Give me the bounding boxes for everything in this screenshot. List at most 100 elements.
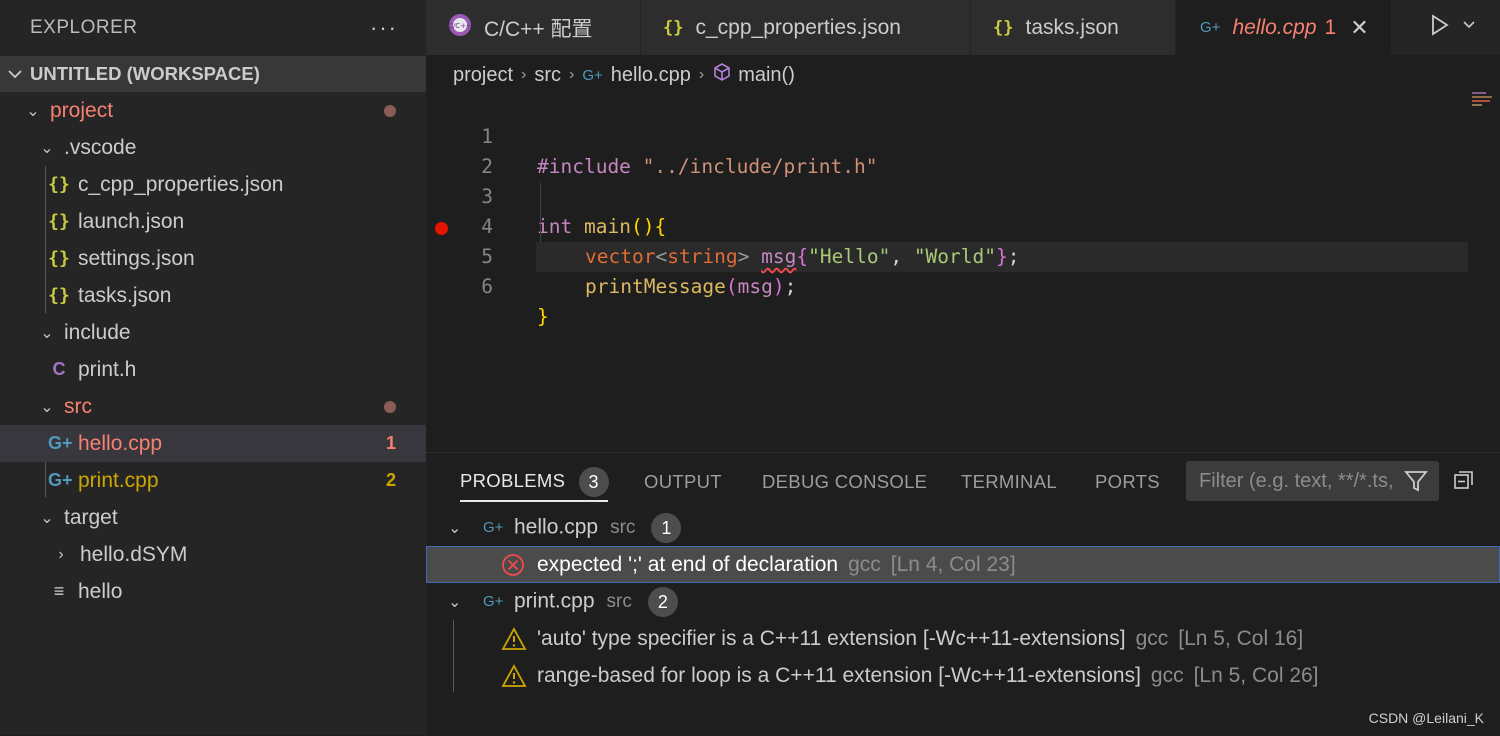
problem-count-badge: 2 — [647, 586, 678, 617]
chevron-down-icon[interactable] — [1462, 17, 1476, 33]
warning-icon — [501, 664, 527, 694]
tree-item-label: include — [64, 320, 131, 344]
method-icon — [712, 62, 732, 88]
code-token: msg — [737, 275, 773, 298]
problem-message: expected ';' at end of declaration — [537, 552, 839, 576]
tree-item-label: .vscode — [64, 135, 137, 159]
cpp-icon: G+ — [483, 593, 504, 610]
tab-ports[interactable]: PORTS — [1095, 471, 1160, 493]
problem-group-print-cpp[interactable]: ⌄ G+ print.cpp src 2 — [426, 583, 1500, 620]
problem-location: [Ln 5, Col 16] — [1178, 626, 1304, 650]
tree-file-settings-json[interactable]: {} settings.json — [0, 240, 426, 277]
tab-label: hello.cpp — [1232, 15, 1317, 39]
breadcrumb-item[interactable]: src — [534, 64, 561, 87]
tree-file-launch-json[interactable]: {} launch.json — [0, 203, 426, 240]
problem-file-name: print.cpp — [514, 589, 595, 613]
chevron-down-icon: ⌄ — [448, 519, 462, 537]
code-token: ( — [725, 275, 738, 298]
tab-debug-console[interactable]: DEBUG CONSOLE — [762, 471, 927, 493]
chevron-down-icon: ⌄ — [40, 509, 54, 527]
problem-message: range-based for loop is a C++11 extensio… — [537, 663, 1141, 687]
more-actions-icon[interactable]: ⋮ — [1492, 469, 1500, 490]
tab-cpp-config[interactable]: C/C++ C/C++ 配置 — [426, 0, 641, 55]
tree-folder-hello-dsym[interactable]: › hello.dSYM — [0, 536, 426, 573]
tree-folder-project[interactable]: ⌄ project — [0, 92, 426, 129]
json-icon: {} — [993, 17, 1014, 38]
code-line: 5 printMessage(msg); — [426, 212, 1500, 298]
minimap[interactable] — [1472, 92, 1498, 112]
tree-item-label: print.h — [78, 357, 137, 381]
code-line: 3 int main(){ — [426, 152, 1500, 238]
chevron-down-icon: ⌄ — [26, 102, 40, 120]
tree-item-label: project — [50, 98, 114, 122]
tree-folder-vscode[interactable]: ⌄ .vscode — [0, 129, 426, 166]
warning-icon — [501, 627, 527, 657]
chevron-down-icon: ⌄ — [40, 139, 54, 157]
breakpoint-icon[interactable] — [435, 222, 448, 235]
filter-input[interactable] — [1197, 468, 1401, 494]
close-icon[interactable]: ✕ — [1350, 15, 1368, 41]
c-file-icon: C — [52, 359, 66, 379]
tree-item-label: tasks.json — [78, 283, 172, 307]
tree-item-label: c_cpp_properties.json — [78, 172, 284, 196]
problem-item-warning[interactable]: range-based for loop is a C++11 extensio… — [426, 657, 1500, 694]
breadcrumb-item[interactable]: project — [453, 64, 513, 87]
tree-folder-target[interactable]: ⌄ target — [0, 499, 426, 536]
breadcrumb-item[interactable]: main() — [738, 64, 795, 87]
tab-label: tasks.json — [1025, 15, 1119, 39]
tree-file-print-h[interactable]: C print.h — [0, 351, 426, 388]
tree-folder-src[interactable]: ⌄ src — [0, 388, 426, 425]
watermark: CSDN @Leilani_K — [1368, 710, 1484, 726]
code-token: ) — [772, 275, 785, 298]
tree-folder-include[interactable]: ⌄ include — [0, 314, 426, 351]
tree-item-label: launch.json — [78, 209, 185, 233]
cpp-file-icon: G+ — [48, 470, 73, 490]
tab-c-cpp-properties[interactable]: {} c_cpp_properties.json — [641, 0, 971, 55]
text-file-icon: ≡ — [53, 581, 65, 601]
tab-tasks-json[interactable]: {} tasks.json — [971, 0, 1176, 55]
tree-file-print-cpp[interactable]: G+ print.cpp 2 — [0, 462, 426, 499]
workspace-header[interactable]: UNTITLED (WORKSPACE) — [0, 56, 426, 92]
code-line: 6 } — [426, 242, 1500, 328]
indent-guide — [540, 183, 541, 243]
tree-item-label: hello — [78, 579, 123, 603]
modified-dot — [384, 400, 396, 413]
collapse-all-icon[interactable] — [1453, 469, 1475, 496]
problem-location: [Ln 5, Col 26] — [1193, 663, 1319, 687]
tree-item-label: hello.cpp — [78, 431, 163, 455]
chevron-right-icon: › — [58, 545, 64, 563]
problem-item-warning[interactable]: 'auto' type specifier is a C++11 extensi… — [426, 620, 1500, 657]
explorer-header: EXPLORER ··· — [0, 0, 426, 55]
problem-location: [Ln 4, Col 23] — [890, 552, 1016, 576]
modified-dot — [384, 104, 396, 117]
tree-file-c-cpp-properties[interactable]: {} c_cpp_properties.json — [0, 166, 426, 203]
error-icon — [501, 553, 525, 583]
problems-filter[interactable] — [1186, 461, 1439, 501]
breadcrumb-item[interactable]: hello.cpp — [611, 64, 691, 87]
code-line: 4 vector<string> msg{"Hello", "World"}; — [426, 182, 1500, 268]
code-token: } — [537, 305, 549, 328]
run-icon[interactable] — [1430, 14, 1450, 42]
filter-icon[interactable] — [1403, 468, 1429, 499]
problem-item-error[interactable]: expected ';' at end of declaration gcc [Ln… — [426, 546, 1500, 583]
tab-terminal[interactable]: TERMINAL — [961, 471, 1057, 493]
problem-group-hello-cpp[interactable]: ⌄ G+ hello.cpp src 1 — [426, 509, 1500, 546]
more-actions-icon[interactable]: ··· — [370, 15, 398, 41]
svg-text:C/C++: C/C++ — [448, 22, 472, 30]
tab-problems[interactable]: PROBLEMS 3 — [460, 467, 609, 497]
tab-output[interactable]: OUTPUT — [644, 471, 722, 493]
json-icon: {} — [48, 285, 70, 306]
tree-item-label: settings.json — [78, 246, 195, 270]
tab-hello-cpp[interactable]: G+ hello.cpp 1 ✕ — [1176, 0, 1392, 55]
tree-file-hello-cpp[interactable]: G+ hello.cpp 1 — [0, 425, 426, 462]
cpp-icon: G+ — [582, 66, 603, 84]
code-editor[interactable]: 1 #include "../include/print.h" 2 3 int … — [426, 92, 1500, 452]
tab-label: C/C++ 配置 — [484, 17, 593, 41]
tree-item-label: target — [64, 505, 118, 529]
problem-file-dir: src — [606, 591, 632, 613]
tree-file-hello[interactable]: ≡ hello — [0, 573, 426, 610]
problem-count-badge: 1 — [651, 512, 682, 543]
cpp-file-icon: G+ — [48, 433, 73, 453]
tree-file-tasks-json[interactable]: {} tasks.json — [0, 277, 426, 314]
code-line: 2 — [426, 122, 1500, 178]
